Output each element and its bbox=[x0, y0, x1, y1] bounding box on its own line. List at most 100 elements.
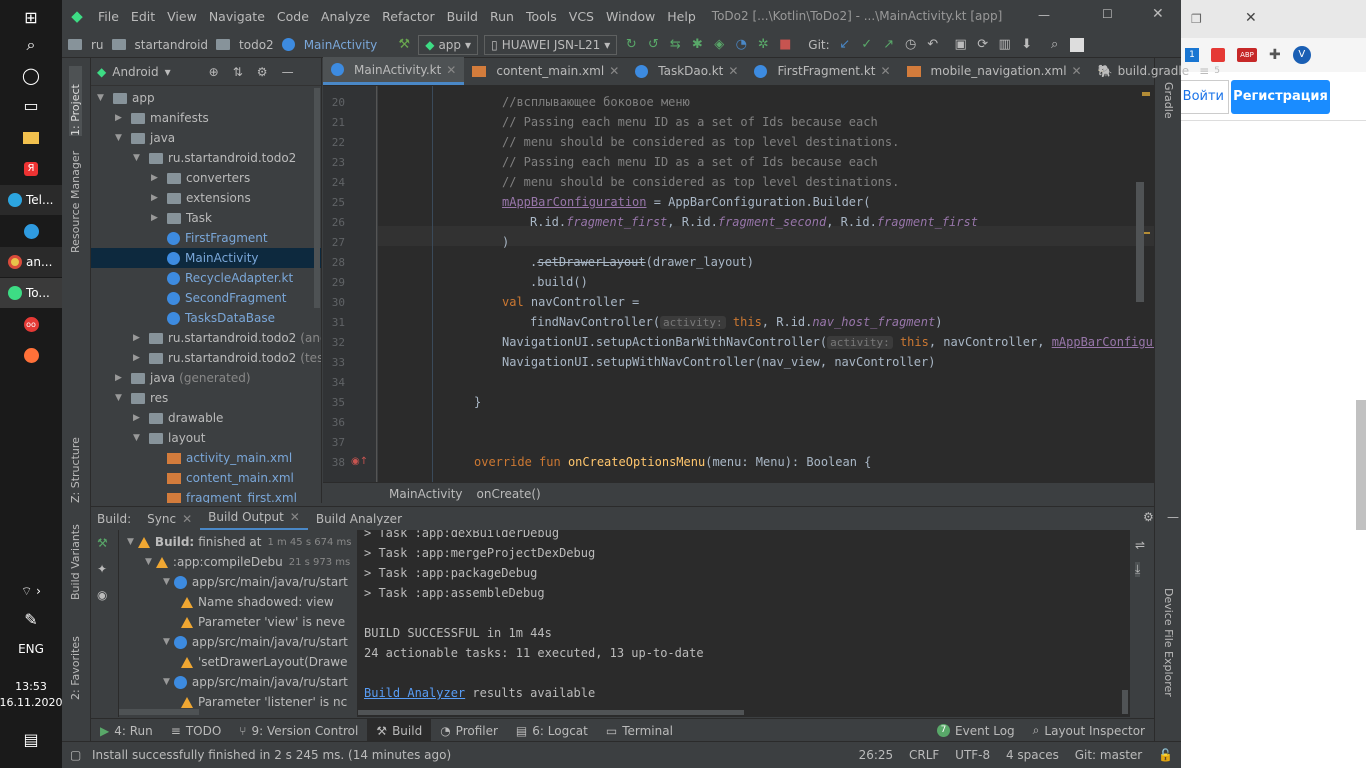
adblock-icon[interactable]: ABP bbox=[1237, 48, 1257, 62]
warning-marker[interactable] bbox=[1142, 92, 1150, 96]
chevron-down-icon[interactable]: ▼ bbox=[163, 577, 170, 587]
coverage-icon[interactable]: ◈ bbox=[708, 34, 730, 56]
breadcrumb-startandroid[interactable]: startandroid bbox=[108, 38, 213, 52]
chevron-right-icon[interactable]: ▶ bbox=[151, 173, 163, 183]
tree-scrollbar[interactable] bbox=[314, 88, 320, 308]
build-tree-item[interactable]: 'setDrawerLayout(Drawe bbox=[181, 652, 348, 672]
chevron-down-icon[interactable]: ▼ bbox=[133, 433, 145, 443]
status-toggle-icon[interactable]: ▢ bbox=[62, 748, 82, 762]
tool-logcat[interactable]: ▤ 6: Logcat bbox=[507, 719, 597, 743]
output-hscrollbar[interactable] bbox=[358, 710, 744, 715]
clock-date[interactable]: 16.11.2020 bbox=[0, 694, 63, 710]
pen-icon[interactable]: ✎ bbox=[0, 604, 62, 634]
user-avatar-icon[interactable] bbox=[1066, 34, 1088, 56]
file-explorer-icon[interactable] bbox=[0, 123, 62, 153]
wifi-icon[interactable]: ⌔ › bbox=[0, 576, 62, 606]
tree-item[interactable]: FirstFragment bbox=[151, 228, 268, 248]
tab-taskdao[interactable]: TaskDao.kt ✕ bbox=[627, 57, 746, 85]
build-analyzer-link[interactable]: Build Analyzer bbox=[364, 686, 465, 700]
build-tree-item[interactable]: Name shadowed: view bbox=[181, 592, 334, 612]
search-icon[interactable]: ⌕ bbox=[0, 30, 62, 60]
menu-file[interactable]: File bbox=[92, 9, 125, 24]
close-tab-icon[interactable]: ✕ bbox=[1072, 64, 1082, 78]
menu-build[interactable]: Build bbox=[441, 9, 484, 24]
close-tab-icon[interactable]: ✕ bbox=[880, 64, 890, 78]
chevron-right-icon[interactable]: ▶ bbox=[133, 413, 145, 423]
stripe-project[interactable]: 1: Project bbox=[69, 66, 82, 136]
chevron-down-icon[interactable]: ▼ bbox=[97, 93, 109, 103]
tab-build-output[interactable]: Build Output ✕ bbox=[200, 507, 308, 531]
clock-time[interactable]: 13:53 bbox=[0, 678, 62, 694]
tree-item[interactable]: ▼ ru.startandroid.todo2 bbox=[133, 148, 296, 168]
git-update-icon[interactable]: ↙ bbox=[834, 34, 856, 56]
search-everywhere-icon[interactable]: ⌕ bbox=[1044, 34, 1066, 56]
tab-firstfragment[interactable]: FirstFragment.kt ✕ bbox=[746, 57, 898, 85]
chevron-right-icon[interactable]: ▶ bbox=[115, 113, 127, 123]
edge-icon[interactable] bbox=[0, 216, 62, 246]
editor-scrollbar[interactable] bbox=[1136, 182, 1144, 302]
file-encoding[interactable]: UTF-8 bbox=[955, 748, 990, 762]
maximize-icon[interactable]: ☐ bbox=[1102, 7, 1113, 21]
stripe-resource-manager[interactable]: Resource Manager bbox=[69, 151, 82, 253]
menu-run[interactable]: Run bbox=[484, 9, 520, 24]
menu-code[interactable]: Code bbox=[271, 9, 315, 24]
git-branch[interactable]: Git: master bbox=[1075, 748, 1143, 762]
build-tree-item[interactable]: ▼ app/src/main/java/ru/start bbox=[163, 672, 348, 692]
tree-item[interactable]: TasksDataBase bbox=[151, 308, 275, 328]
indent-setting[interactable]: 4 spaces bbox=[1006, 748, 1059, 762]
tree-item[interactable]: RecycleAdapter.kt bbox=[151, 268, 293, 288]
breadcrumb-todo2[interactable]: todo2 bbox=[212, 38, 278, 52]
taskbar-app-android-studio[interactable]: To... bbox=[0, 278, 62, 308]
chevron-down-icon[interactable]: ▼ bbox=[115, 393, 127, 403]
stripe-build-variants[interactable]: Build Variants bbox=[69, 520, 82, 600]
tree-item[interactable]: ▶ java (generated) bbox=[115, 368, 251, 388]
tree-item[interactable]: ▶ drawable bbox=[133, 408, 223, 428]
menu-navigate[interactable]: Navigate bbox=[203, 9, 271, 24]
tree-item[interactable]: activity_main.xml bbox=[151, 448, 292, 468]
avatar[interactable]: V bbox=[1292, 46, 1311, 64]
lock-icon[interactable]: 🔓 bbox=[1158, 748, 1173, 762]
firefox-icon[interactable] bbox=[0, 340, 62, 370]
tab-mainactivity[interactable]: MainActivity.kt ✕ bbox=[323, 57, 465, 85]
tool-run[interactable]: ▶ 4: Run bbox=[91, 719, 162, 743]
stripe-favorites[interactable]: 2: Favorites bbox=[69, 630, 82, 700]
close-tab-icon[interactable]: ✕ bbox=[446, 63, 456, 77]
tab-sync[interactable]: Sync ✕ bbox=[139, 507, 200, 531]
tree-item[interactable]: ▶ ru.startandroid.todo2(androidTe bbox=[133, 328, 321, 348]
debug-icon[interactable]: ✱ bbox=[686, 34, 708, 56]
tree-item[interactable]: ▶ Task bbox=[151, 208, 212, 228]
minimize-icon[interactable]: — bbox=[1038, 8, 1050, 22]
tree-item[interactable]: ▶ ru.startandroid.todo2(test) bbox=[133, 348, 321, 368]
hide-icon[interactable]: — bbox=[282, 65, 294, 79]
close-tab-icon[interactable]: ✕ bbox=[182, 512, 192, 526]
login-button[interactable]: Войти bbox=[1181, 80, 1229, 114]
tab-mobile-navigation[interactable]: mobile_navigation.xml ✕ bbox=[899, 57, 1090, 85]
chevron-right-icon[interactable]: ▶ bbox=[151, 213, 163, 223]
build-tree-item[interactable]: ▼ Build: finished at 1 m 45 s 674 ms bbox=[127, 532, 351, 552]
tree-item[interactable]: ▼ layout bbox=[133, 428, 205, 448]
menu-window[interactable]: Window bbox=[600, 9, 661, 24]
tab-build-analyzer[interactable]: Build Analyzer bbox=[308, 507, 410, 531]
build-tree-scrollbar[interactable] bbox=[119, 709, 199, 715]
oo-app-icon[interactable]: oo bbox=[0, 309, 62, 339]
breadcrumb-class[interactable]: MainActivity bbox=[389, 487, 463, 501]
scroll-to-end-icon[interactable]: ⤓ bbox=[1135, 562, 1141, 577]
tool-layout-inspector[interactable]: ⌕ Layout Inspector bbox=[1024, 719, 1154, 743]
close-window-icon[interactable]: ✕ bbox=[1152, 6, 1164, 22]
stripe-device-file-explorer[interactable]: Device File Explorer bbox=[1162, 588, 1175, 708]
status-message[interactable]: Install successfully finished in 2 s 245… bbox=[82, 748, 451, 762]
rollback-icon[interactable]: ↶ bbox=[922, 34, 944, 56]
chevron-down-icon[interactable]: ▾ bbox=[165, 65, 171, 79]
breadcrumb-function[interactable]: onCreate() bbox=[477, 487, 541, 501]
device-select[interactable]: ▯ HUAWEI JSN-L21 ▾ bbox=[484, 34, 618, 55]
puzzle-icon[interactable]: ✚ bbox=[1269, 47, 1281, 63]
language-indicator[interactable]: ENG bbox=[0, 634, 62, 664]
tab-content-main[interactable]: content_main.xml ✕ bbox=[464, 57, 627, 85]
chevron-right-icon[interactable]: ▶ bbox=[133, 333, 145, 343]
tool-build[interactable]: ⚒ Build bbox=[367, 718, 432, 743]
tree-item[interactable]: ▶ manifests bbox=[115, 108, 209, 128]
menu-help[interactable]: Help bbox=[661, 9, 702, 24]
chevron-down-icon[interactable]: ▼ bbox=[133, 153, 145, 163]
chevron-right-icon[interactable]: ▶ bbox=[151, 193, 163, 203]
build-tree-item[interactable]: ▼ app/src/main/java/ru/start bbox=[163, 572, 348, 592]
